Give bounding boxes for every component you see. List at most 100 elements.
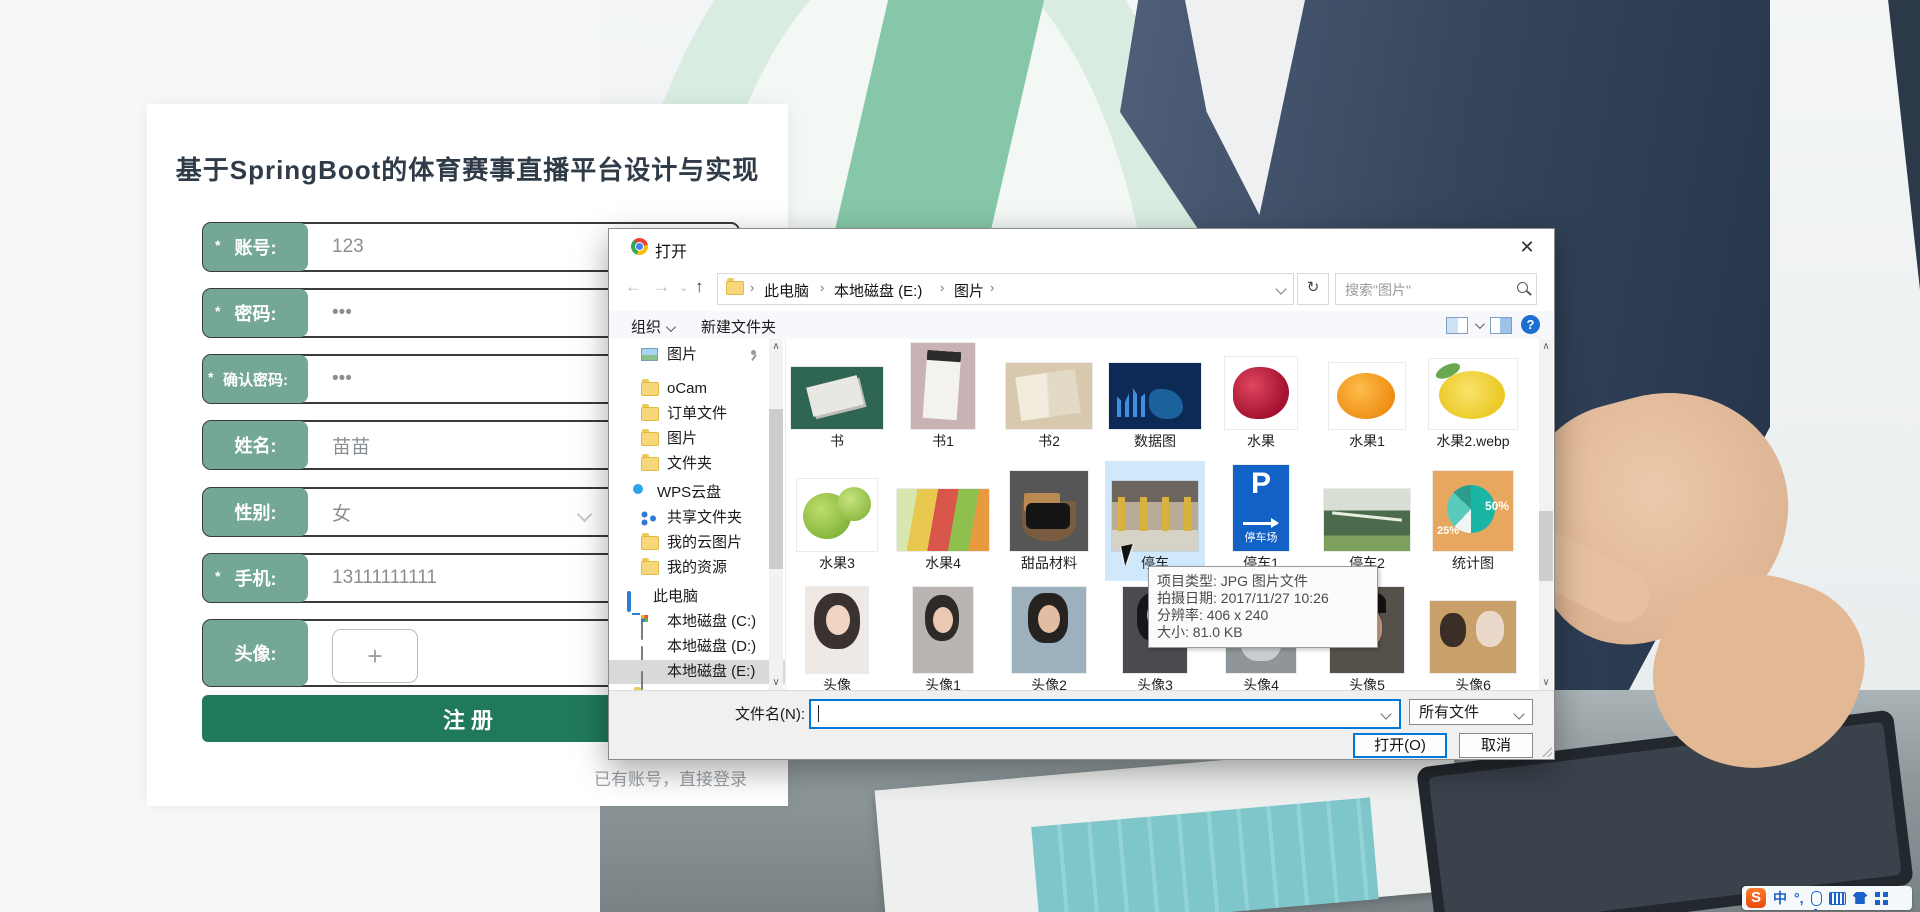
back-button[interactable]: ←: [625, 277, 642, 297]
sidebar-item-wps-cloud[interactable]: WPS云盘: [609, 481, 785, 505]
forward-button[interactable]: →: [653, 277, 670, 297]
breadcrumb-drive-e[interactable]: 本地磁盘 (E:): [834, 280, 922, 301]
password-label: * 密码:: [203, 289, 308, 337]
filetype-select[interactable]: 所有文件: [1409, 699, 1533, 725]
screen: 基于SpringBoot的体育赛事直播平台设计与实现 * 账号: 123 * 密…: [0, 0, 1920, 912]
address-dropdown-icon[interactable]: [1275, 283, 1287, 295]
scroll-down-icon[interactable]: ∨: [1539, 675, 1553, 691]
ime-punctuation[interactable]: °,: [1794, 890, 1804, 906]
sidebar-item-order-files[interactable]: 订单文件: [609, 402, 785, 426]
file-item[interactable]: 数据图: [1105, 339, 1205, 459]
search-icon[interactable]: [1517, 282, 1528, 293]
chevron-down-icon: [665, 322, 676, 333]
confirm-password-input[interactable]: •••: [332, 356, 352, 402]
file-thumbnail: [1429, 359, 1517, 429]
phone-input[interactable]: 13111111111: [332, 555, 437, 601]
ime-toolbar[interactable]: S 中 °,: [1742, 886, 1912, 910]
account-input[interactable]: 123: [332, 224, 364, 270]
open-button[interactable]: 打开(O): [1353, 733, 1447, 758]
file-thumbnail: [1329, 363, 1405, 429]
sidebar-item-drive-d[interactable]: 本地磁盘 (D:): [609, 635, 785, 665]
name-input[interactable]: 苗苗: [332, 422, 370, 468]
file-item[interactable]: 书1: [893, 339, 993, 459]
pin-icon: [749, 350, 759, 360]
sidebar-item-my-cloud-pictures[interactable]: 我的云图片: [609, 531, 785, 555]
file-grid-scrollbar[interactable]: ∧ ∨: [1539, 339, 1553, 691]
file-item[interactable]: 头像: [787, 583, 887, 691]
close-icon[interactable]: ✕: [1514, 235, 1540, 259]
resize-grip[interactable]: [1542, 747, 1552, 757]
scroll-down-icon[interactable]: ∨: [769, 675, 783, 691]
breadcrumb-pictures[interactable]: 图片: [954, 280, 984, 301]
filename-input[interactable]: [809, 699, 1401, 729]
up-button[interactable]: ↑: [695, 277, 704, 297]
scroll-up-icon[interactable]: ∧: [769, 339, 783, 355]
refresh-button[interactable]: ↻: [1297, 273, 1329, 305]
sidebar-item-my-resources[interactable]: 我的资源: [609, 556, 785, 580]
breadcrumb[interactable]: › 此电脑 › 本地磁盘 (E:) › 图片 ›: [717, 273, 1294, 305]
chevron-down-icon: [576, 506, 593, 523]
sidebar-item-folder[interactable]: 文件夹: [609, 452, 785, 476]
breadcrumb-this-pc[interactable]: 此电脑: [764, 280, 809, 301]
search-placeholder: 搜索"图片": [1345, 282, 1411, 298]
scroll-up-icon[interactable]: ∧: [1539, 339, 1553, 355]
parking-sign-letter: P: [1250, 467, 1271, 500]
help-icon[interactable]: ?: [1521, 315, 1540, 334]
search-box[interactable]: 搜索"图片": [1335, 273, 1537, 305]
avatar-label: 头像:: [203, 620, 308, 686]
avatar-upload-button[interactable]: +: [332, 629, 418, 683]
sidebar-item-drive-c[interactable]: 本地磁盘 (C:): [609, 610, 785, 640]
file-thumbnail: [1109, 363, 1201, 429]
file-item[interactable]: 头像2: [999, 583, 1099, 691]
skin-icon[interactable]: [1852, 892, 1868, 904]
file-item[interactable]: 停车2: [1317, 461, 1417, 581]
required-star: *: [215, 303, 221, 319]
file-item[interactable]: 50% 25% 统计图: [1423, 461, 1523, 581]
text-caret: [818, 705, 819, 722]
view-mode-icon[interactable]: [1446, 317, 1468, 334]
file-thumbnail: [1012, 587, 1086, 673]
ime-mode-chinese[interactable]: 中: [1773, 888, 1787, 908]
sidebar-item-ocam[interactable]: oCam: [609, 377, 785, 401]
file-item[interactable]: 水果1: [1317, 339, 1417, 459]
preview-pane-icon[interactable]: [1490, 317, 1512, 334]
password-input[interactable]: •••: [332, 290, 352, 336]
folder-icon: [641, 404, 659, 421]
keyboard-icon[interactable]: [1828, 891, 1846, 905]
file-item[interactable]: 书2: [999, 339, 1099, 459]
file-item[interactable]: 书: [787, 339, 887, 459]
microphone-icon[interactable]: [1810, 890, 1822, 910]
file-item[interactable]: 水果: [1211, 339, 1311, 459]
sidebar-item-pictures-folder[interactable]: 图片: [609, 427, 785, 451]
dialog-titlebar[interactable]: 打开 ✕: [609, 229, 1554, 265]
sidebar-scrollbar-thumb[interactable]: [769, 409, 783, 569]
file-item[interactable]: 水果4: [893, 461, 993, 581]
file-item[interactable]: 头像6: [1423, 583, 1523, 691]
cancel-button[interactable]: 取消: [1459, 733, 1533, 758]
file-info-tooltip: 项目类型: JPG 图片文件 拍摄日期: 2017/11/27 10:26 分辨…: [1148, 566, 1378, 648]
file-grid-scrollbar-thumb[interactable]: [1539, 511, 1553, 581]
file-item[interactable]: 甜品材料: [999, 461, 1099, 581]
new-folder-button[interactable]: 新建文件夹: [701, 316, 776, 337]
history-chevron-icon[interactable]: ⌄: [679, 281, 688, 294]
file-item-selected[interactable]: 停车: [1105, 461, 1205, 581]
toolbox-icon[interactable]: [1874, 891, 1888, 905]
chevron-down-icon[interactable]: [1380, 708, 1392, 720]
sidebar-item-drive-e[interactable]: 本地磁盘 (E:): [609, 660, 785, 690]
sidebar-item-pictures-library[interactable]: 图片: [609, 343, 785, 367]
sogou-logo-icon[interactable]: S: [1746, 888, 1766, 908]
file-item[interactable]: P 停车场 停车1: [1211, 461, 1311, 581]
file-item[interactable]: 头像1: [893, 583, 993, 691]
organize-menu[interactable]: 组织: [631, 316, 676, 337]
sidebar-item-this-pc[interactable]: 此电脑: [609, 585, 785, 612]
dialog-bottom-bar: 文件名(N): 所有文件 打开(O) 取消: [609, 690, 1554, 759]
file-thumbnail: [1112, 481, 1198, 551]
login-link[interactable]: 已有账号，直接登录: [594, 765, 747, 790]
sidebar-item-shared-folder[interactable]: 共享文件夹: [609, 506, 785, 530]
folder-icon: [641, 429, 659, 446]
folder-icon: [726, 278, 744, 297]
gender-select[interactable]: 女: [332, 489, 351, 535]
view-mode-chevron-icon[interactable]: [1474, 319, 1485, 330]
file-item[interactable]: 水果3: [787, 461, 887, 581]
file-item[interactable]: 水果2.webp: [1423, 339, 1523, 459]
